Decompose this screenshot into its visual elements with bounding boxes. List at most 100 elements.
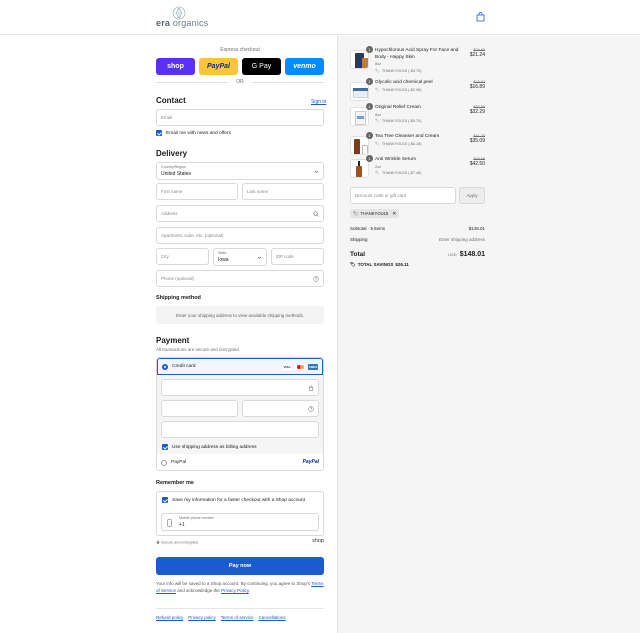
line-item: 1 Original Relief Cream 8oz 🏷︎ THANKYOU15… — [350, 103, 485, 129]
discount-code-input[interactable]: Discount code or gift card — [350, 187, 456, 204]
delivery-heading: Delivery — [156, 149, 188, 158]
item-price: $16.89 — [469, 84, 485, 90]
quantity-badge: 1 — [366, 46, 373, 53]
subtotal-row: Subtotal · 5 items $148.01 — [350, 226, 485, 231]
tag-icon: 🏷︎ — [375, 171, 380, 175]
quantity-badge: 1 — [366, 132, 373, 139]
express-checkout-buttons: shop PayPal G Pay venmo — [156, 58, 324, 75]
brand-logo[interactable]: era organics — [156, 6, 208, 30]
paypal-button[interactable]: PayPal — [199, 58, 238, 75]
item-price: $35.09 — [469, 138, 485, 144]
savings-label: TOTAL SAVINGS — [357, 262, 394, 267]
shopping-bag-icon[interactable] — [476, 12, 485, 22]
payment-heading: Payment — [156, 336, 190, 345]
amex-icon: AMEX — [308, 364, 318, 370]
total-label: Total — [350, 251, 366, 258]
footer-links: Refund policy Privacy policy Terms of se… — [156, 608, 324, 620]
credit-card-label: Credit card — [172, 364, 196, 369]
phone-field[interactable]: Phone (optional) — [156, 270, 324, 287]
subtotal-label: Subtotal · 5 items — [350, 226, 386, 231]
google-pay-button[interactable]: G Pay — [242, 58, 281, 75]
security-code-field[interactable] — [242, 400, 319, 417]
apartment-field[interactable]: Apartment, suite, etc. (optional) — [156, 227, 324, 244]
chevron-down-icon — [257, 256, 262, 259]
help-icon[interactable] — [313, 276, 319, 282]
name-on-card-field[interactable] — [161, 421, 319, 438]
last-name-field[interactable]: Last name — [242, 183, 324, 200]
sign-in-link[interactable]: Sign in — [311, 99, 326, 105]
line-item: 1 Hypochlorous Acid Spray For Face and B… — [350, 46, 485, 73]
pay-now-button[interactable]: Pay now — [156, 557, 324, 575]
help-icon[interactable] — [308, 406, 314, 412]
brand-prefix: era — [156, 18, 171, 28]
paypal-logo: PayPal — [302, 459, 319, 465]
zip-field[interactable]: ZIP code — [271, 248, 324, 265]
credit-card-radio[interactable] — [162, 364, 168, 370]
item-price: $32.29 — [469, 109, 485, 115]
mastercard-icon: MC — [295, 364, 305, 370]
first-name-field[interactable]: First name — [156, 183, 238, 200]
apply-discount-button[interactable]: Apply — [459, 187, 485, 204]
venmo-button[interactable]: venmo — [285, 58, 324, 75]
tag-icon: 🏷︎ — [375, 119, 380, 123]
tag-icon: 🏷︎ — [350, 262, 356, 267]
shop-pay-button[interactable]: shop — [156, 58, 195, 75]
discount-text: THANKYOU15 (-$2.98) — [381, 87, 422, 92]
legal-text: Your info will be saved to a Shop accoun… — [156, 581, 324, 593]
discount-text: THANKYOU15 (-$6.18) — [381, 141, 422, 146]
total-row: Total USD $148.01 — [350, 251, 485, 258]
tag-icon: 🏷︎ — [353, 210, 359, 216]
chevron-down-icon — [314, 170, 319, 173]
payment-methods: Credit card VISA MC AMEX Use shipping ad… — [156, 357, 324, 471]
or-divider: OR — [156, 79, 324, 85]
tag-icon: 🏷︎ — [375, 68, 380, 73]
mobile-phone-field[interactable]: Mobile phone number +1 — [161, 513, 319, 531]
visa-icon: VISA — [282, 364, 292, 370]
shop-logo: shop — [312, 538, 324, 544]
news-checkbox[interactable] — [156, 130, 162, 136]
card-number-field[interactable] — [161, 379, 319, 396]
shipping-method-heading: Shipping method — [156, 295, 201, 301]
news-label: Email me with news and offers — [166, 130, 231, 136]
quantity-badge: 1 — [366, 78, 373, 85]
save-info-checkbox[interactable] — [162, 497, 168, 503]
subtotal-value: $148.01 — [468, 226, 485, 231]
savings-row: 🏷︎ TOTAL SAVINGS $26.11 — [350, 262, 485, 268]
search-icon — [313, 211, 319, 217]
header: era organics — [0, 0, 640, 35]
credit-card-option[interactable]: Credit card VISA MC AMEX — [157, 358, 323, 375]
billing-checkbox[interactable] — [162, 444, 168, 450]
credit-card-form: Use shipping address as billing address — [157, 375, 323, 454]
shipping-row: Shipping Enter shipping address — [350, 237, 485, 242]
paypal-radio[interactable] — [161, 460, 167, 466]
email-field[interactable]: Email — [156, 109, 324, 126]
total-value: $148.01 — [459, 251, 485, 258]
discount-text: THANKYOU15 (-$3.75) — [381, 68, 422, 73]
line-item: 1 Glycolic acid chemical peel 🏷︎ THANKYOU… — [350, 78, 485, 104]
expiration-field[interactable] — [161, 400, 238, 417]
line-item: 1 Anti Wrinkle Serum 2oz 🏷︎ THANKYOU15 (-… — [350, 155, 485, 181]
product-image — [350, 159, 369, 178]
privacy-link[interactable]: Privacy Policy — [221, 588, 249, 593]
state-select[interactable]: State Iowa — [213, 248, 267, 266]
discount-text: THANKYOU15 (-$7.48) — [381, 171, 422, 175]
applied-code: THANKYOU15 — [360, 211, 389, 216]
save-info-label: Save my information for a faster checkou… — [172, 497, 306, 503]
card-brands: VISA MC AMEX — [282, 364, 318, 370]
terms-of-service-link[interactable]: Terms of service — [221, 615, 254, 620]
quantity-badge: 1 — [366, 103, 373, 110]
city-field[interactable]: City — [156, 248, 209, 265]
close-icon[interactable]: ✕ — [392, 211, 396, 217]
shipping-method-notice: Enter your shipping address to view avai… — [156, 306, 324, 324]
refund-policy-link[interactable]: Refund policy — [156, 615, 183, 620]
billing-label: Use shipping address as billing address — [172, 444, 257, 450]
privacy-policy-link[interactable]: Privacy policy — [188, 615, 216, 620]
paypal-option[interactable]: PayPal PayPal — [157, 455, 323, 471]
express-checkout-title: Express checkout — [220, 47, 260, 53]
country-select[interactable]: Country/Region United States — [156, 162, 324, 180]
address-field[interactable]: Address — [156, 205, 324, 222]
item-price: $42.50 — [469, 161, 485, 167]
brand-suffix: organics — [172, 18, 209, 28]
tag-icon: 🏷︎ — [375, 141, 380, 146]
cancellations-link[interactable]: Cancellations — [259, 615, 286, 620]
